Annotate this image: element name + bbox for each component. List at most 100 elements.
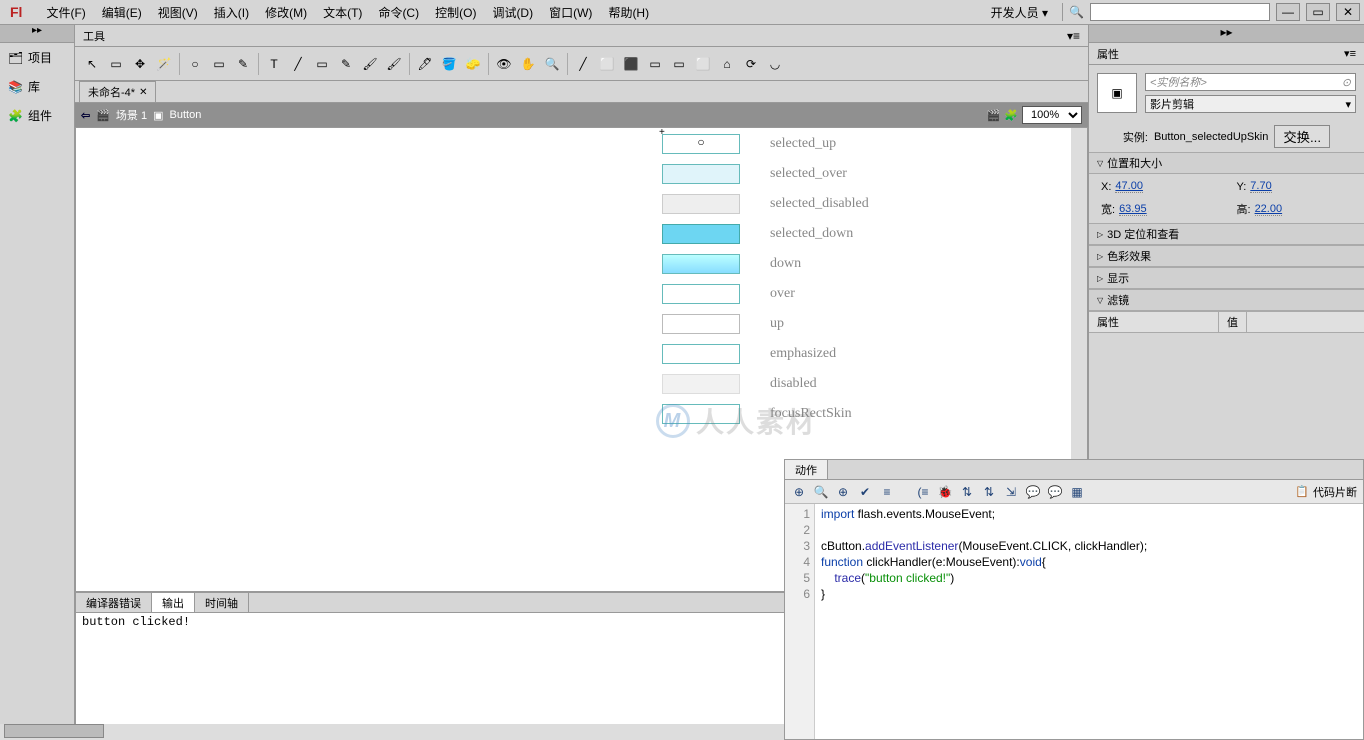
edit-symbol-icon[interactable]: 🧩 xyxy=(1004,109,1018,122)
section-color[interactable]: ▷色彩效果 xyxy=(1089,245,1364,267)
comment-icon[interactable]: 💬 xyxy=(1025,484,1041,500)
left-rail-library[interactable]: 📚库 xyxy=(0,72,74,101)
info-icon[interactable]: ⊙ xyxy=(1342,76,1351,89)
find-icon[interactable]: 🔍 xyxy=(813,484,829,500)
skin-state-row[interactable]: selected_over xyxy=(662,164,869,184)
tool-option[interactable]: ⬜ xyxy=(596,53,618,75)
tool-button[interactable]: ↖ xyxy=(81,53,103,75)
uncomment-icon[interactable]: 💬 xyxy=(1047,484,1063,500)
tool-button[interactable]: ○ xyxy=(184,53,206,75)
tool-option[interactable]: ▭ xyxy=(644,53,666,75)
menu-item[interactable]: 编辑(E) xyxy=(94,1,150,24)
show-hide-icon[interactable]: ▦ xyxy=(1069,484,1085,500)
workspace-selector[interactable]: 开发人员 ▾ xyxy=(983,1,1056,24)
expand-icon[interactable]: ⇲ xyxy=(1003,484,1019,500)
skin-state-row[interactable]: up xyxy=(662,314,869,334)
tool-option[interactable]: ⬛ xyxy=(620,53,642,75)
output-tab[interactable]: 编译器错误 xyxy=(76,593,152,612)
skin-state-row[interactable]: down xyxy=(662,254,869,274)
panel-menu-icon[interactable]: ▾≡ xyxy=(1067,29,1080,43)
panel-menu-icon[interactable]: ▾≡ xyxy=(1344,47,1356,60)
output-tab[interactable]: 输出 xyxy=(152,593,195,612)
tool-button[interactable]: 🔍 xyxy=(541,53,563,75)
menu-item[interactable]: 命令(C) xyxy=(370,1,427,24)
tool-option[interactable]: ▭ xyxy=(668,53,690,75)
tool-button[interactable]: ▭ xyxy=(311,53,333,75)
skin-swatch[interactable] xyxy=(662,344,740,364)
collapse-brace-icon[interactable]: ⇅ xyxy=(959,484,975,500)
tool-button[interactable]: T xyxy=(263,53,285,75)
code-editor[interactable]: 123456 import flash.events.MouseEvent; c… xyxy=(785,504,1363,739)
skin-state-row[interactable]: selected_down xyxy=(662,224,869,244)
skin-state-row[interactable]: over xyxy=(662,284,869,304)
edit-scene-icon[interactable]: 🎬 xyxy=(987,109,1001,122)
section-display[interactable]: ▷显示 xyxy=(1089,267,1364,289)
swap-button[interactable]: 交换... xyxy=(1274,125,1330,148)
tool-button[interactable]: 🖌 xyxy=(383,53,405,75)
snippets-button[interactable]: 代码片断 xyxy=(1313,484,1357,500)
zoom-selector[interactable]: 100% xyxy=(1022,106,1082,124)
tool-option[interactable]: ╱ xyxy=(572,53,594,75)
skin-state-row[interactable]: emphasized xyxy=(662,344,869,364)
menu-item[interactable]: 调试(D) xyxy=(484,1,541,24)
tool-button[interactable]: ▭ xyxy=(208,53,230,75)
menu-item[interactable]: 文本(T) xyxy=(315,1,370,24)
format-icon[interactable]: ≡ xyxy=(879,484,895,500)
tool-button[interactable]: ✥ xyxy=(129,53,151,75)
close-button[interactable]: ✕ xyxy=(1336,3,1360,21)
skin-state-row[interactable]: selected_disabled xyxy=(662,194,869,214)
skin-state-row[interactable]: disabled xyxy=(662,374,869,394)
menu-item[interactable]: 视图(V) xyxy=(150,1,206,24)
skin-swatch[interactable] xyxy=(662,284,740,304)
tool-button[interactable]: 🪣 xyxy=(438,53,460,75)
skin-state-row[interactable]: +○selected_up xyxy=(662,134,869,154)
tool-option[interactable]: ⌂ xyxy=(716,53,738,75)
search-input[interactable] xyxy=(1090,3,1270,21)
actions-tab[interactable]: 动作 xyxy=(785,460,828,479)
tool-button[interactable]: 🧽 xyxy=(462,53,484,75)
menu-item[interactable]: 帮助(H) xyxy=(600,1,657,24)
menu-item[interactable]: 修改(M) xyxy=(257,1,315,24)
skin-swatch[interactable] xyxy=(662,224,740,244)
menu-item[interactable]: 窗口(W) xyxy=(541,1,600,24)
tool-button[interactable]: ✎ xyxy=(335,53,357,75)
tool-button[interactable]: ▭ xyxy=(105,53,127,75)
collapse-arrow-icon[interactable]: ▸▸ xyxy=(1089,25,1364,43)
instance-type-select[interactable]: 影片剪辑▾ xyxy=(1145,95,1356,113)
back-arrow-icon[interactable]: ⇦ xyxy=(81,109,90,122)
maximize-button[interactable]: ▭ xyxy=(1306,3,1330,21)
width-value[interactable]: 63.95 xyxy=(1119,203,1147,216)
x-value[interactable]: 47.00 xyxy=(1115,180,1143,193)
collapse-arrow-icon[interactable]: ▸▸ xyxy=(0,25,74,43)
menu-item[interactable]: 插入(I) xyxy=(206,1,257,24)
left-rail-project[interactable]: 🗂项目 xyxy=(0,43,74,72)
height-value[interactable]: 22.00 xyxy=(1255,203,1283,216)
tool-option[interactable]: ◡ xyxy=(764,53,786,75)
tool-button[interactable]: ✎ xyxy=(232,53,254,75)
skin-swatch[interactable] xyxy=(662,254,740,274)
instance-name-input[interactable]: <实例名称>⊙ xyxy=(1145,73,1356,91)
section-position[interactable]: ▽位置和大小 xyxy=(1089,152,1364,174)
scene-crumb[interactable]: 场景 1 xyxy=(116,107,147,123)
snippets-icon[interactable]: 📋 xyxy=(1295,485,1309,498)
skin-swatch[interactable] xyxy=(662,314,740,334)
tool-button[interactable]: 👁 xyxy=(493,53,515,75)
tool-option[interactable]: ⟳ xyxy=(740,53,762,75)
skin-swatch[interactable] xyxy=(662,164,740,184)
check-syntax-icon[interactable]: ✔ xyxy=(857,484,873,500)
left-rail-components[interactable]: 🧩组件 xyxy=(0,101,74,130)
section-3d[interactable]: ▷3D 定位和查看 xyxy=(1089,223,1364,245)
tool-button[interactable]: 🖊 xyxy=(414,53,436,75)
minimize-button[interactable]: — xyxy=(1276,3,1300,21)
document-tab[interactable]: 未命名-4*✕ xyxy=(79,81,156,102)
skin-swatch[interactable] xyxy=(662,374,740,394)
debug-icon[interactable]: 🐞 xyxy=(937,484,953,500)
add-script-icon[interactable]: ⊕ xyxy=(791,484,807,500)
code-hint-icon[interactable]: (≡ xyxy=(915,484,931,500)
skin-swatch[interactable] xyxy=(662,404,740,424)
tool-button[interactable]: 🪄 xyxy=(153,53,175,75)
skin-state-row[interactable]: focusRectSkin xyxy=(662,404,869,424)
skin-swatch[interactable] xyxy=(662,194,740,214)
output-tab[interactable]: 时间轴 xyxy=(195,593,249,612)
menu-item[interactable]: 文件(F) xyxy=(38,1,93,24)
